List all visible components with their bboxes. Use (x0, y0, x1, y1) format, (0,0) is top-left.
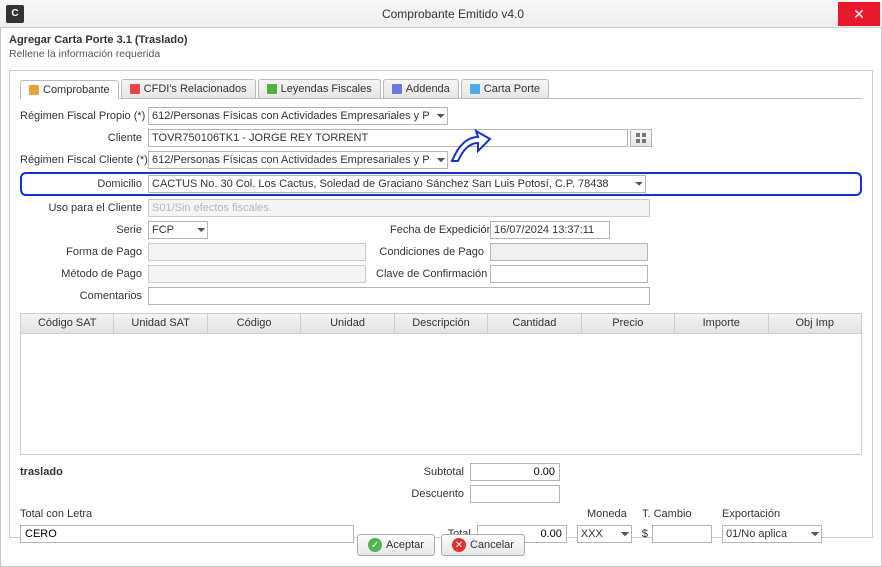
comentarios-label: Comentarios (20, 290, 148, 302)
form-area: Régimen Fiscal Propio (*) 612/Personas F… (20, 103, 862, 309)
domicilio-label: Domicilio (24, 178, 148, 190)
window-body: Agregar Carta Porte 3.1 (Traslado) Relle… (0, 28, 882, 567)
col-importe[interactable]: Importe (675, 314, 768, 333)
tab-cartaporte[interactable]: Carta Porte (461, 79, 549, 98)
total-letra-label: Total con Letra (20, 508, 92, 520)
check-icon: ✓ (368, 538, 382, 552)
descuento-label: Descuento (401, 488, 470, 500)
domicilio-highlight: Domicilio CACTUS No. 30 Col. Los Cactus,… (20, 172, 862, 196)
tab-addenda[interactable]: Addenda (383, 79, 459, 98)
close-button[interactable]: ✕ (838, 2, 880, 26)
serie-label: Serie (20, 224, 148, 236)
subtotal-value (470, 463, 560, 481)
moneda-header: Moneda (587, 508, 642, 520)
clave-conf-input[interactable] (490, 265, 648, 283)
traslado-label: traslado (20, 466, 63, 478)
grid-header: Código SAT Unidad SAT Código Unidad Desc… (21, 314, 861, 334)
col-codigo[interactable]: Código (208, 314, 301, 333)
fecha-input[interactable] (490, 221, 610, 239)
cliente-search-button[interactable] (630, 129, 652, 147)
uso-label: Uso para el Cliente (20, 202, 148, 214)
book-icon (267, 84, 277, 94)
regimen-cliente-select[interactable]: 612/Personas Físicas con Actividades Emp… (148, 151, 448, 169)
clave-conf-label: Clave de Confirmación (366, 268, 490, 280)
header-bar: Agregar Carta Porte 3.1 (Traslado) Relle… (1, 28, 881, 68)
page-title: Agregar Carta Porte 3.1 (Traslado) (9, 34, 873, 46)
window-title: Comprobante Emitido v4.0 (24, 7, 882, 21)
regimen-propio-select[interactable]: 612/Personas Físicas con Actividades Emp… (148, 107, 448, 125)
tab-leyendas[interactable]: Leyendas Fiscales (258, 79, 381, 98)
tab-label: CFDI's Relacionados (144, 83, 247, 95)
titlebar: C Comprobante Emitido v4.0 ✕ (0, 0, 882, 28)
col-unidad-sat[interactable]: Unidad SAT (114, 314, 207, 333)
footer-buttons: ✓ Aceptar ✕ Cancelar (1, 534, 881, 556)
app-icon: C (6, 5, 24, 23)
cancel-label: Cancelar (470, 539, 514, 551)
descuento-value[interactable] (470, 485, 560, 503)
grid-icon (636, 133, 646, 143)
tab-label: Addenda (406, 83, 450, 95)
page-subtitle: Rellene la información requerida (9, 48, 873, 60)
tab-comprobante[interactable]: Comprobante (20, 80, 119, 99)
uso-select: S01/Sin efectos fiscales. (148, 199, 650, 217)
condiciones-label: Condiciones de Pago (366, 246, 490, 258)
col-objimp[interactable]: Obj Imp (769, 314, 861, 333)
plugin-icon (392, 84, 402, 94)
domicilio-select[interactable]: CACTUS No. 30 Col. Los Cactus, Soledad d… (148, 175, 646, 193)
grid-body[interactable] (21, 334, 861, 454)
forma-pago-label: Forma de Pago (20, 246, 148, 258)
items-grid: Código SAT Unidad SAT Código Unidad Desc… (20, 313, 862, 455)
forma-pago-select (148, 243, 366, 261)
tab-label: Carta Porte (484, 83, 540, 95)
export-header: Exportación (722, 508, 822, 520)
col-precio[interactable]: Precio (582, 314, 675, 333)
totals-area: traslado Subtotal Descuento Total con Le… (20, 461, 862, 545)
regimen-propio-label: Régimen Fiscal Propio (*) (20, 110, 148, 122)
tab-label: Comprobante (43, 84, 110, 96)
doc-icon (29, 85, 39, 95)
x-icon: ✕ (452, 538, 466, 552)
condiciones-input (490, 243, 648, 261)
tab-label: Leyendas Fiscales (281, 83, 372, 95)
main-panel: Comprobante CFDI's Relacionados Leyendas… (9, 70, 873, 538)
cliente-label: Cliente (20, 132, 148, 144)
tab-cfdis[interactable]: CFDI's Relacionados (121, 79, 256, 98)
metodo-pago-label: Método de Pago (20, 268, 148, 280)
tabs: Comprobante CFDI's Relacionados Leyendas… (20, 79, 862, 99)
comentarios-input[interactable] (148, 287, 650, 305)
col-unidad[interactable]: Unidad (301, 314, 394, 333)
accept-button[interactable]: ✓ Aceptar (357, 534, 435, 556)
col-cantidad[interactable]: Cantidad (488, 314, 581, 333)
fecha-label: Fecha de Expedición (380, 224, 490, 236)
col-codigo-sat[interactable]: Código SAT (21, 314, 114, 333)
truck-icon (470, 84, 480, 94)
subtotal-label: Subtotal (414, 466, 470, 478)
cambio-header: T. Cambio (642, 508, 722, 520)
metodo-pago-select (148, 265, 366, 283)
accept-label: Aceptar (386, 539, 424, 551)
cliente-input[interactable] (148, 129, 628, 147)
link-icon (130, 84, 140, 94)
col-descripcion[interactable]: Descripción (395, 314, 488, 333)
cancel-button[interactable]: ✕ Cancelar (441, 534, 525, 556)
serie-select[interactable]: FCP (148, 221, 208, 239)
regimen-cliente-label: Régimen Fiscal Cliente (*) (20, 154, 148, 166)
